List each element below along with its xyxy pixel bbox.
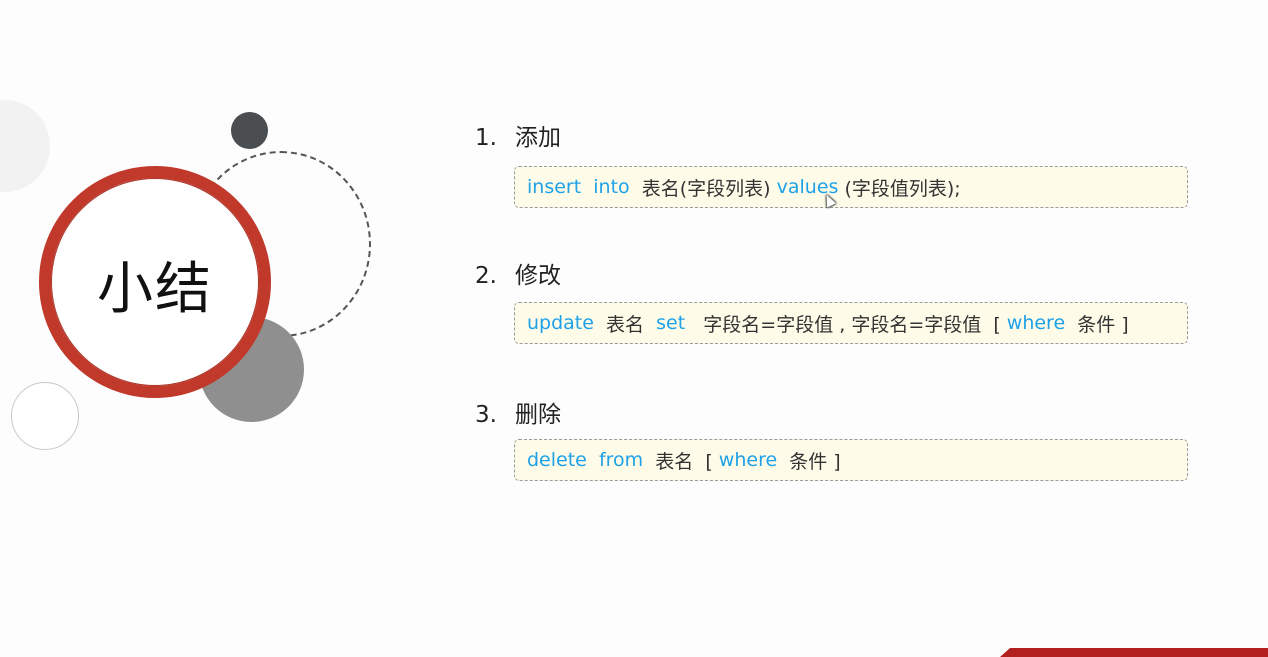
dark-dot-decoration <box>231 112 268 149</box>
code-box-insert: insert into 表名(字段列表) values (字段值列表); <box>514 166 1188 208</box>
thin-ring-decoration <box>11 382 79 450</box>
section-title: 删除 <box>515 402 561 428</box>
sql-keyword: where <box>718 449 778 471</box>
section-number: 2. <box>475 263 497 289</box>
section-heading-add: 1. 添加 <box>475 118 561 152</box>
section-number: 1. <box>475 125 497 151</box>
sql-keyword: from <box>598 449 644 471</box>
section-title: 修改 <box>515 263 561 289</box>
sql-text: 表名(字段列表) <box>629 177 777 200</box>
sql-text: 条件 ] <box>777 450 841 473</box>
sql-text: 条件 ] <box>1065 313 1129 336</box>
code-box-update: update 表名 set 字段名=字段值 , 字段名=字段值 [ where … <box>514 302 1188 344</box>
sql-text: 字段名=字段值 , 字段名=字段值 [ <box>685 313 1007 336</box>
sql-text: (字段值列表); <box>838 177 961 200</box>
sql-keyword: where <box>1006 312 1066 334</box>
section-title: 添加 <box>515 125 561 151</box>
slide: 小结 1. 添加 insert into 表名(字段列表) values (字段… <box>0 0 1268 657</box>
sql-keyword: into <box>593 176 630 198</box>
sql-keyword: insert <box>527 176 582 198</box>
sql-keyword: delete <box>527 449 587 471</box>
sql-keyword: set <box>656 312 686 334</box>
section-heading-update: 2. 修改 <box>475 256 561 290</box>
sql-keyword: update <box>527 312 594 334</box>
section-heading-delete: 3. 删除 <box>475 395 561 429</box>
sql-text: 表名 <box>593 313 657 336</box>
sql-text: 表名 [ <box>643 450 719 473</box>
corner-banner <box>1000 648 1268 657</box>
section-number: 3. <box>475 402 497 428</box>
background-blob <box>0 100 50 192</box>
title-ring: 小结 <box>39 166 271 398</box>
slide-title: 小结 <box>97 256 213 322</box>
code-box-delete: delete from 表名 [ where 条件 ] <box>514 439 1188 481</box>
